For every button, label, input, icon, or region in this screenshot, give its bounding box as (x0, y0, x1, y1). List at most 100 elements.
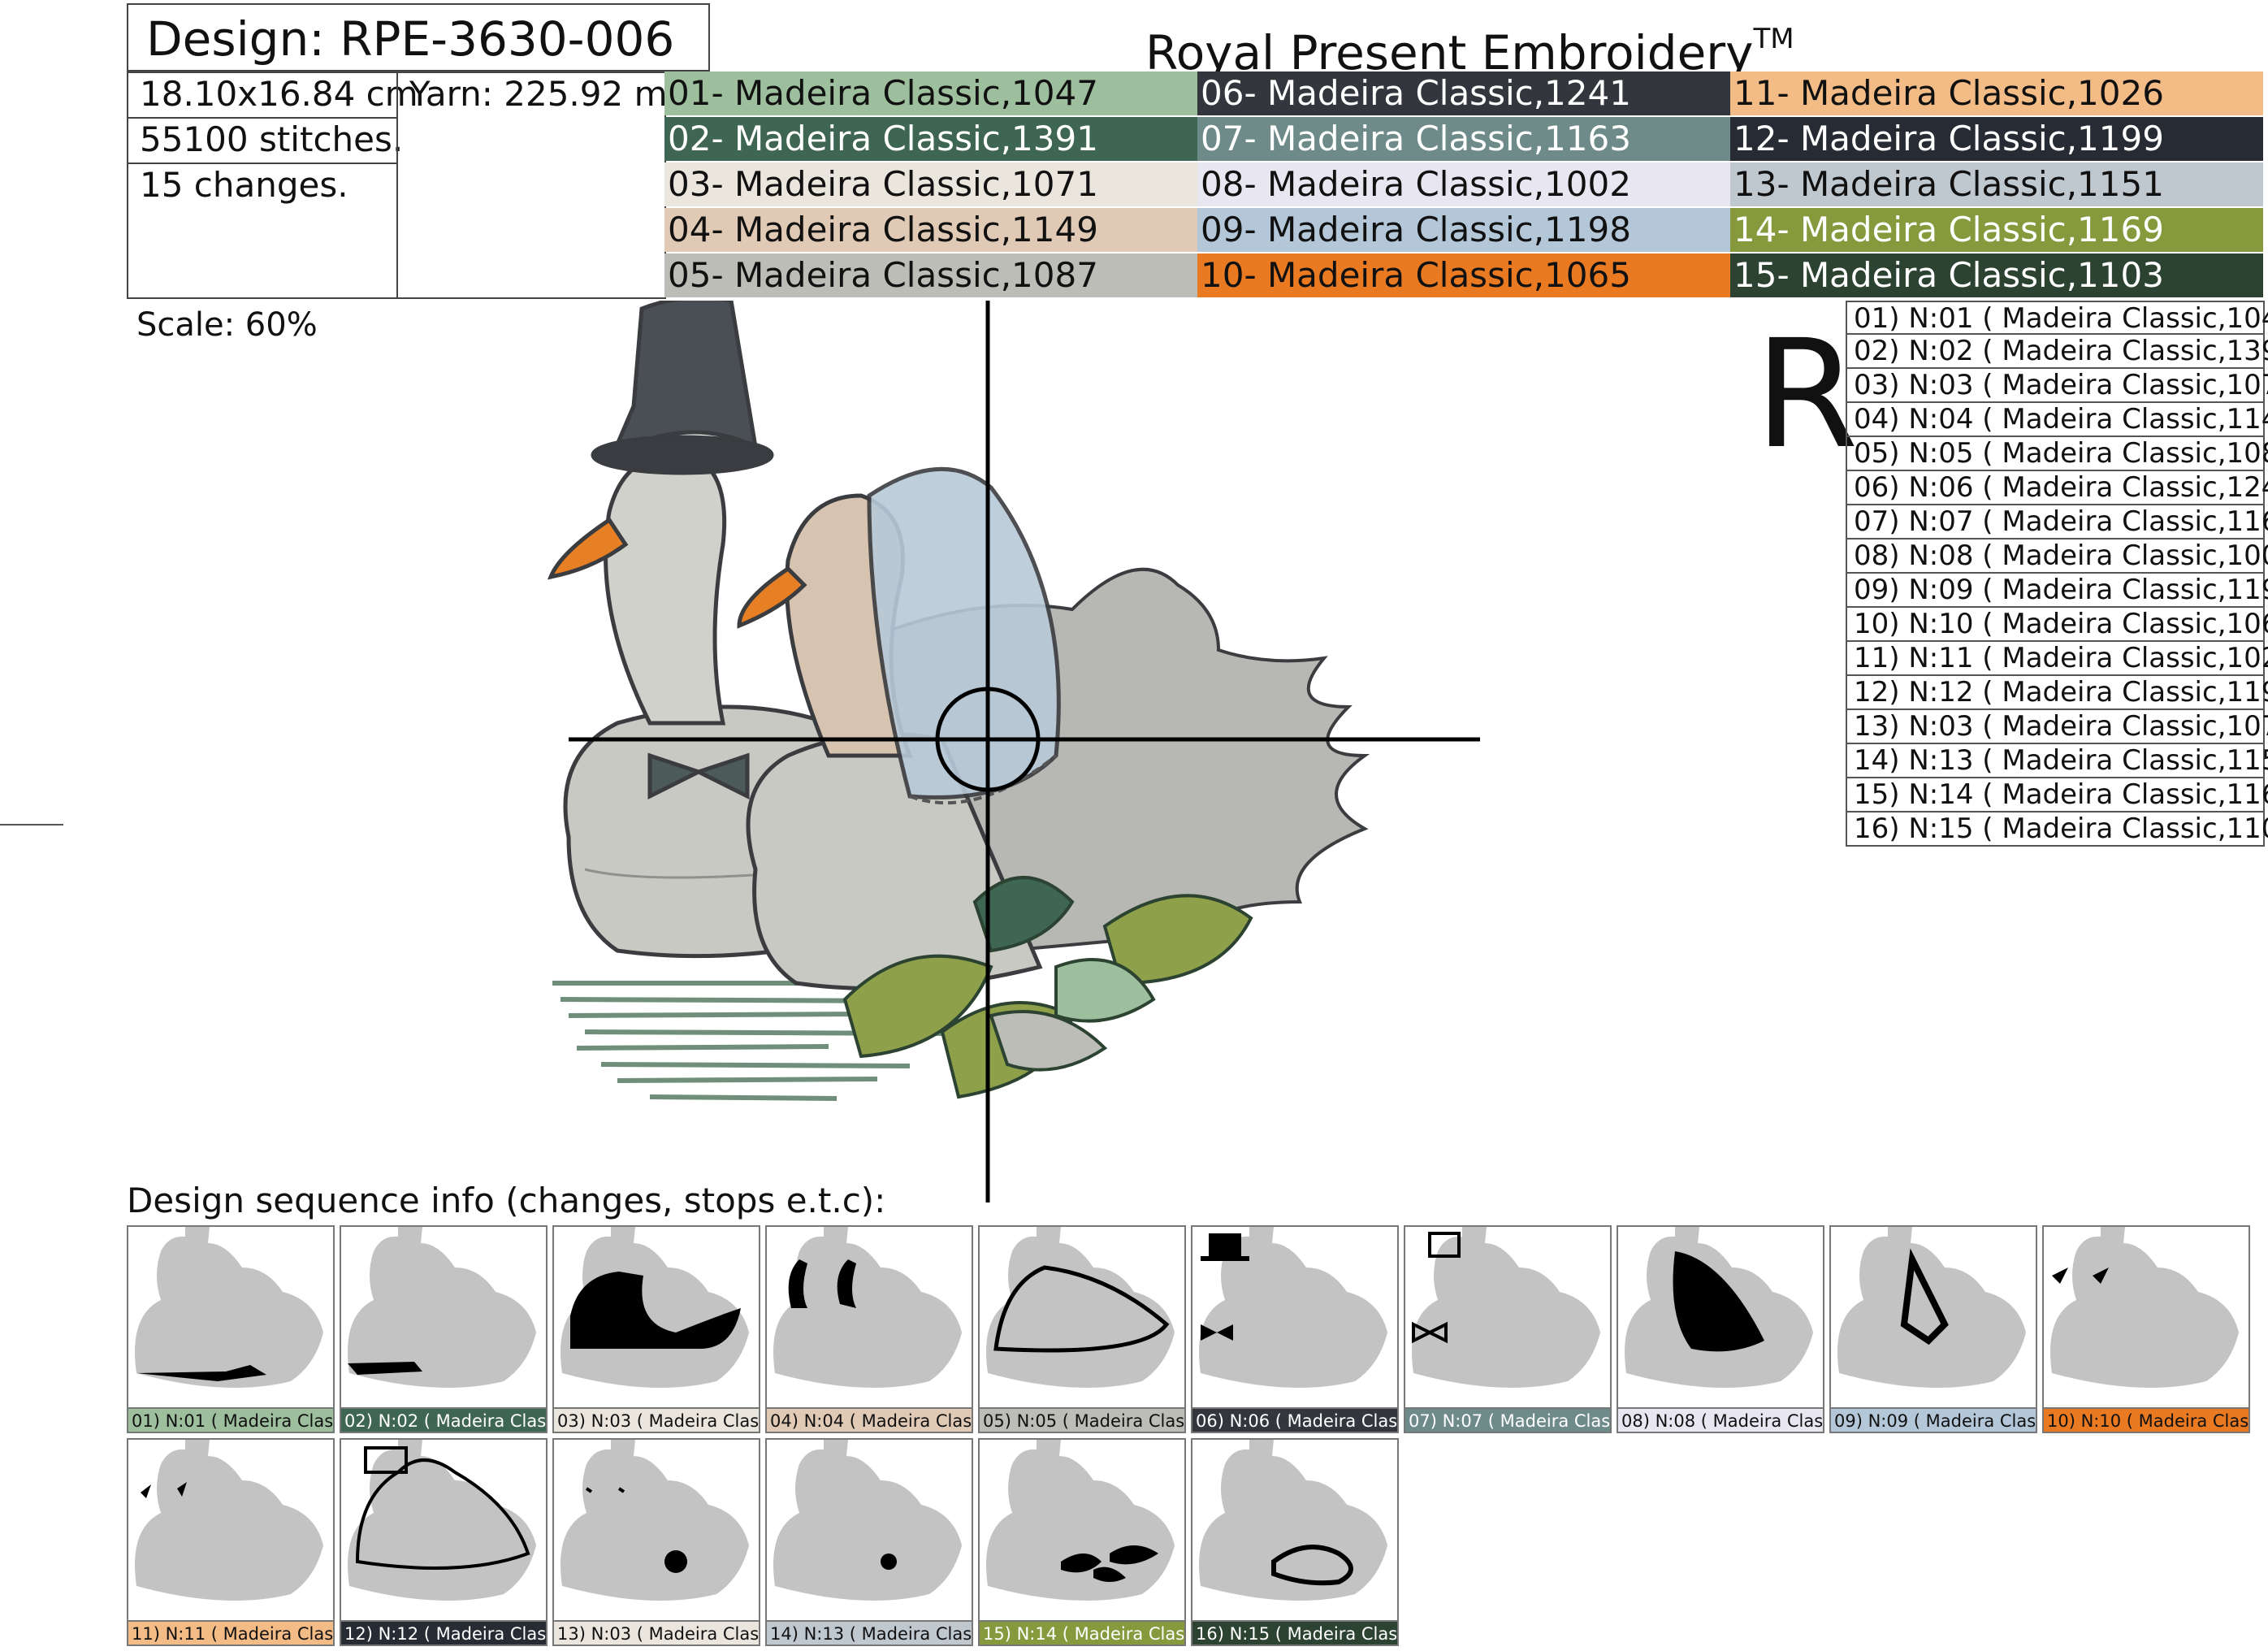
thumbnail-preview (1625, 1227, 1813, 1388)
color-swatch: 03- Madeira Classic,1071 (664, 162, 1197, 206)
sequence-title: Design sequence info (changes, stops e.t… (127, 1181, 886, 1220)
sequence-list-item: 13) N:03 ( Madeira Classic,1071) (1846, 710, 2268, 744)
color-swatch: 12- Madeira Classic,1199 (1730, 117, 2263, 161)
thumbnail-preview (135, 1227, 323, 1388)
sequence-thumbnail: 16) N:15 ( Madeira Classic,1 (1191, 1438, 1399, 1646)
swan-silhouette (135, 1227, 323, 1388)
sequence-thumbnail: 03) N:03 ( Madeira Classic (552, 1225, 760, 1433)
sequence-list-item: 16) N:15 ( Madeira Classic,1103) (1846, 812, 2268, 847)
thumbnail-preview (773, 1227, 962, 1388)
swan-silhouette (1199, 1440, 1387, 1601)
sequence-list: 01) N:01 ( Madeira Classic,1047) 02) N:02… (1846, 301, 2268, 847)
left-edge-mark (0, 824, 63, 826)
sequence-thumbnail: 14) N:13 ( Madeira Classic,1 (765, 1438, 973, 1646)
thumbnail-preview (1199, 1227, 1387, 1388)
color-swatch: 09- Madeira Classic,1198 (1197, 208, 1730, 252)
color-swatch: 01- Madeira Classic,1047 (664, 72, 1197, 115)
thumbnail-label: 08) N:08 ( Madeira Classic (1618, 1407, 1823, 1432)
thumbnail-label: 04) N:04 ( Madeira Classic (767, 1407, 972, 1432)
sequence-list-item: 05) N:05 ( Madeira Classic,1087) (1846, 437, 2268, 471)
swan-embroidery-illustration (547, 301, 1480, 1202)
color-swatch: 05- Madeira Classic,1087 (664, 254, 1197, 297)
sequence-list-item: 11) N:11 ( Madeira Classic,1026) (1846, 642, 2268, 676)
thumbnail-preview (986, 1227, 1175, 1388)
sequence-thumbnail: 09) N:09 ( Madeira Classic (1829, 1225, 2037, 1433)
color-swatch: 15- Madeira Classic,1103 (1730, 254, 2263, 297)
sequence-list-item: 04) N:04 ( Madeira Classic,1149) (1846, 403, 2268, 437)
info-divider (396, 73, 398, 299)
sequence-thumbnail: 04) N:04 ( Madeira Classic (765, 1225, 973, 1433)
sequence-thumbnail: 12) N:12 ( Madeira Classic,1 (340, 1438, 548, 1646)
thumbnail-preview (986, 1440, 1175, 1601)
swan-silhouette (1412, 1227, 1600, 1388)
thumbnail-label: 06) N:06 ( Madeira Classic (1192, 1407, 1397, 1432)
size-cell: 18.10x16.84 cm (128, 73, 418, 119)
thumbnail-label: 15) N:14 ( Madeira Classic,1 (980, 1620, 1184, 1644)
design-title: Design: RPE-3630-006 (127, 3, 710, 72)
changes-cell: 15 changes. (140, 165, 348, 205)
color-swatch: 10- Madeira Classic,1065 (1197, 254, 1730, 297)
sequence-list-item: 12) N:12 ( Madeira Classic,1199) (1846, 676, 2268, 710)
thumbnail-preview (561, 1227, 749, 1388)
sequence-list-item: 10) N:10 ( Madeira Classic,1065) (1846, 608, 2268, 642)
thumbnail-label: 13) N:03 ( Madeira Classic, (554, 1620, 759, 1644)
color-swatch: 04- Madeira Classic,1149 (664, 208, 1197, 252)
sequence-list-item: 01) N:01 ( Madeira Classic,1047) (1846, 301, 2268, 335)
thumbnail-label: 05) N:05 ( Madeira Classic (980, 1407, 1184, 1432)
stitches-cell: 55100 stitches. (128, 119, 403, 164)
thumbnail-label: 01) N:01 ( Madeira Classic,1 (128, 1407, 333, 1432)
color-swatch: 07- Madeira Classic,1163 (1197, 117, 1730, 161)
sequence-list-item: 15) N:14 ( Madeira Classic,1169) (1846, 778, 2268, 812)
swan-silhouette (561, 1440, 749, 1601)
thumbnail-label: 09) N:09 ( Madeira Classic (1831, 1407, 2036, 1432)
color-swatch: 08- Madeira Classic,1002 (1197, 162, 1730, 206)
thumbnail-label: 07) N:07 ( Madeira Classic (1405, 1407, 1610, 1432)
sequence-thumbnail: 02) N:02 ( Madeira Classic (340, 1225, 548, 1433)
thumbnail-preview (348, 1227, 536, 1388)
scale-label: Scale: 60% (136, 306, 318, 344)
sequence-list-item: 03) N:03 ( Madeira Classic,1071) (1846, 369, 2268, 403)
sequence-thumbnail: 15) N:14 ( Madeira Classic,1 (978, 1438, 1186, 1646)
sequence-thumbnail: 07) N:07 ( Madeira Classic (1404, 1225, 1612, 1433)
thumbnail-label: 14) N:13 ( Madeira Classic,1 (767, 1620, 972, 1644)
thumbnail-preview (348, 1440, 536, 1601)
sequence-thumbnail: 10) N:10 ( Madeira Classic,1 (2042, 1225, 2250, 1433)
sequence-thumbnail: 05) N:05 ( Madeira Classic (978, 1225, 1186, 1433)
sequence-list-item: 07) N:07 ( Madeira Classic,1163) (1846, 505, 2268, 540)
thumbnail-label: 11) N:11 ( Madeira Classic,10 (128, 1620, 333, 1644)
thumbnail-preview (561, 1440, 749, 1601)
thumbnail-label: 02) N:02 ( Madeira Classic (341, 1407, 546, 1432)
thumbnail-preview (1199, 1440, 1387, 1601)
color-swatch: 02- Madeira Classic,1391 (664, 117, 1197, 161)
sequence-thumbnail: 08) N:08 ( Madeira Classic (1617, 1225, 1824, 1433)
color-swatch: 11- Madeira Classic,1026 (1730, 72, 2263, 115)
sequence-list-item: 08) N:08 ( Madeira Classic,1002) (1846, 540, 2268, 574)
thumbnail-preview (773, 1440, 962, 1601)
sequence-list-item: 09) N:09 ( Madeira Classic,1198) (1846, 574, 2268, 608)
thumbnail-preview (1412, 1227, 1600, 1388)
color-swatch: 13- Madeira Classic,1151 (1730, 162, 2263, 206)
sequence-list-item: 06) N:06 ( Madeira Classic,1241) (1846, 471, 2268, 505)
swan-silhouette (773, 1440, 962, 1601)
yarn-cell: Yarn: 225.92 m (409, 74, 668, 114)
sequence-list-item: 14) N:13 ( Madeira Classic,1151) (1846, 744, 2268, 778)
thumbnail-label: 03) N:03 ( Madeira Classic (554, 1407, 759, 1432)
design-info-table: 18.10x16.84 cm Yarn: 225.92 m 55100 stit… (127, 72, 668, 299)
orientation-letter: R (1755, 308, 1859, 482)
color-swatch: 14- Madeira Classic,1169 (1730, 208, 2263, 252)
sequence-thumbnail: 13) N:03 ( Madeira Classic, (552, 1438, 760, 1646)
thumbnail-label: 16) N:15 ( Madeira Classic,1 (1192, 1620, 1397, 1644)
sequence-thumbnail: 01) N:01 ( Madeira Classic,1 (127, 1225, 335, 1433)
sequence-thumbnail: 11) N:11 ( Madeira Classic,10 (127, 1438, 335, 1646)
thumbnail-preview (2050, 1227, 2239, 1388)
step-highlight (881, 1554, 897, 1570)
swan-silhouette (1837, 1227, 2026, 1388)
swan-silhouette (986, 1440, 1175, 1601)
color-swatch-table: 01- Madeira Classic,1047 02- Madeira Clas… (664, 72, 2265, 299)
swan-silhouette (135, 1440, 323, 1601)
trademark-mark: TM (1753, 23, 1794, 55)
sequence-list-item: 02) N:02 ( Madeira Classic,1391) (1846, 335, 2268, 369)
swan-silhouette (2050, 1227, 2239, 1388)
color-swatch: 06- Madeira Classic,1241 (1197, 72, 1730, 115)
thumbnail-label: 12) N:12 ( Madeira Classic,1 (341, 1620, 546, 1644)
